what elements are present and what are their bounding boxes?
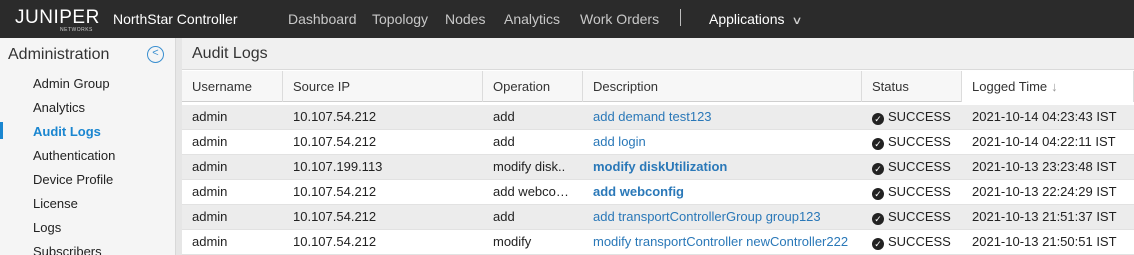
cell-description[interactable]: add transportControllerGroup group123 <box>583 205 862 229</box>
nav-analytics[interactable]: Analytics <box>504 11 560 27</box>
cell-username: admin <box>192 134 228 149</box>
status-text: SUCCESS <box>888 159 951 174</box>
check-circle-icon: ✓ <box>872 113 884 125</box>
table-header: Username Source IP Operation Description… <box>182 71 1134 102</box>
juniper-logo[interactable]: JUNIPER <box>15 7 100 29</box>
sidebar-item-license[interactable]: License <box>33 196 78 211</box>
applications-label: Applications <box>709 11 785 27</box>
cell-status: ✓ SUCCESS <box>862 130 962 154</box>
column-header-operation[interactable]: Operation <box>483 71 583 102</box>
column-header-username[interactable]: Username <box>182 71 283 102</box>
cell-logged-time: 2021-10-13 23:23:48 IST <box>972 159 1117 174</box>
sidebar-item-admin-group[interactable]: Admin Group <box>33 76 110 91</box>
nav-work-orders[interactable]: Work Orders <box>580 11 659 27</box>
cell-username: admin <box>192 159 228 174</box>
status-text: SUCCESS <box>888 209 951 224</box>
cell-status: ✓ SUCCESS <box>862 180 962 204</box>
check-circle-icon: ✓ <box>872 138 884 150</box>
cell-operation: modify <box>493 234 532 249</box>
cell-logged-time: 2021-10-14 04:22:11 IST <box>972 134 1116 149</box>
cell-operation: add <box>493 134 515 149</box>
sidebar-item-analytics[interactable]: Analytics <box>33 100 85 115</box>
cell-source-ip: 10.107.54.212 <box>293 134 377 149</box>
main-content: Audit Logs Username Source IP Operation … <box>182 38 1134 255</box>
status-text: SUCCESS <box>888 184 951 199</box>
column-header-source-ip[interactable]: Source IP <box>283 71 483 102</box>
product-name: NorthStar Controller <box>113 11 238 27</box>
check-circle-icon: ✓ <box>872 213 884 225</box>
cell-source-ip: 10.107.199.113 <box>293 159 383 174</box>
cell-operation: add webco… <box>483 180 583 204</box>
cell-status: ✓ SUCCESS <box>862 155 962 179</box>
cell-operation: add <box>493 109 515 124</box>
juniper-logo-subtext: NETWORKS <box>60 27 93 33</box>
cell-status: ✓ SUCCESS <box>862 205 962 229</box>
chevron-left-circle-icon[interactable]: < <box>147 46 164 63</box>
sidebar-item-authentication[interactable]: Authentication <box>33 148 115 163</box>
cell-source-ip: 10.107.54.212 <box>293 234 377 249</box>
status-text: SUCCESS <box>888 134 951 149</box>
nav-dashboard[interactable]: Dashboard <box>288 11 357 27</box>
cell-logged-time: 2021-10-13 21:50:51 IST <box>972 234 1117 249</box>
sidebar-item-device-profile[interactable]: Device Profile <box>33 172 113 187</box>
sidebar-item-audit-logs[interactable]: Audit Logs <box>33 124 101 139</box>
cell-description[interactable]: add demand test123 <box>583 105 862 129</box>
active-item-indicator <box>0 122 3 139</box>
page-title: Audit Logs <box>192 45 268 62</box>
cell-username: admin <box>192 234 228 249</box>
cell-description[interactable]: add login <box>583 130 862 154</box>
cell-description[interactable]: modify transportController newController… <box>583 230 862 254</box>
admin-sidebar: Administration < Admin Group Analytics A… <box>0 38 176 255</box>
top-navigation-bar: JUNIPER NETWORKS NorthStar Controller Da… <box>0 0 1134 38</box>
check-circle-icon: ✓ <box>872 188 884 200</box>
cell-username: admin <box>192 209 228 224</box>
cell-source-ip: 10.107.54.212 <box>293 109 377 124</box>
sort-descending-icon: ↓ <box>1051 79 1058 94</box>
column-header-status[interactable]: Status <box>862 71 962 102</box>
cell-status: ✓ SUCCESS <box>862 105 962 129</box>
sidebar-item-subscribers[interactable]: Subscribers <box>33 244 102 255</box>
sidebar-title: Administration <box>8 46 110 63</box>
cell-source-ip: 10.107.54.212 <box>293 209 377 224</box>
cell-logged-time: 2021-10-14 04:23:43 IST <box>972 109 1117 124</box>
cell-username: admin <box>192 109 228 124</box>
page-title-bar: Audit Logs <box>182 38 1134 70</box>
cell-operation: add <box>493 209 515 224</box>
cell-operation: modify disk.. <box>493 159 566 174</box>
check-circle-icon: ✓ <box>872 238 884 250</box>
nav-divider <box>680 9 681 26</box>
check-circle-icon: ✓ <box>872 163 884 175</box>
cell-source-ip: 10.107.54.212 <box>293 184 377 199</box>
cell-logged-time: 2021-10-13 22:24:29 IST <box>972 184 1117 199</box>
sidebar-item-logs[interactable]: Logs <box>33 220 61 235</box>
table-row[interactable]: admin 10.107.54.212 add add login ✓ SUCCE… <box>182 130 1134 155</box>
cell-description[interactable]: add webconfig <box>583 180 862 204</box>
nav-topology[interactable]: Topology <box>372 11 428 27</box>
table-row[interactable]: admin 10.107.199.113 modify disk.. modif… <box>182 155 1134 180</box>
logged-time-label: Logged Time <box>972 79 1048 94</box>
chevron-down-icon: ∨ <box>790 15 803 27</box>
column-header-description[interactable]: Description <box>583 71 862 102</box>
cell-logged-time: 2021-10-13 21:51:37 IST <box>972 209 1117 224</box>
status-text: SUCCESS <box>888 234 951 249</box>
table-row[interactable]: admin 10.107.54.212 add add transportCon… <box>182 205 1134 230</box>
table-row[interactable]: admin 10.107.54.212 modify modify transp… <box>182 230 1134 255</box>
applications-menu[interactable]: Applications ∨ <box>709 11 803 27</box>
cell-status: ✓ SUCCESS <box>862 230 962 254</box>
table-row[interactable]: admin 10.107.54.212 add webco… add webco… <box>182 180 1134 205</box>
column-header-logged-time[interactable]: Logged Time ↓ <box>962 71 1134 102</box>
status-text: SUCCESS <box>888 109 951 124</box>
cell-username: admin <box>192 184 228 199</box>
table-row[interactable]: admin 10.107.54.212 add add demand test1… <box>182 105 1134 130</box>
cell-description[interactable]: modify diskUtilization <box>583 155 862 179</box>
nav-nodes[interactable]: Nodes <box>445 11 485 27</box>
